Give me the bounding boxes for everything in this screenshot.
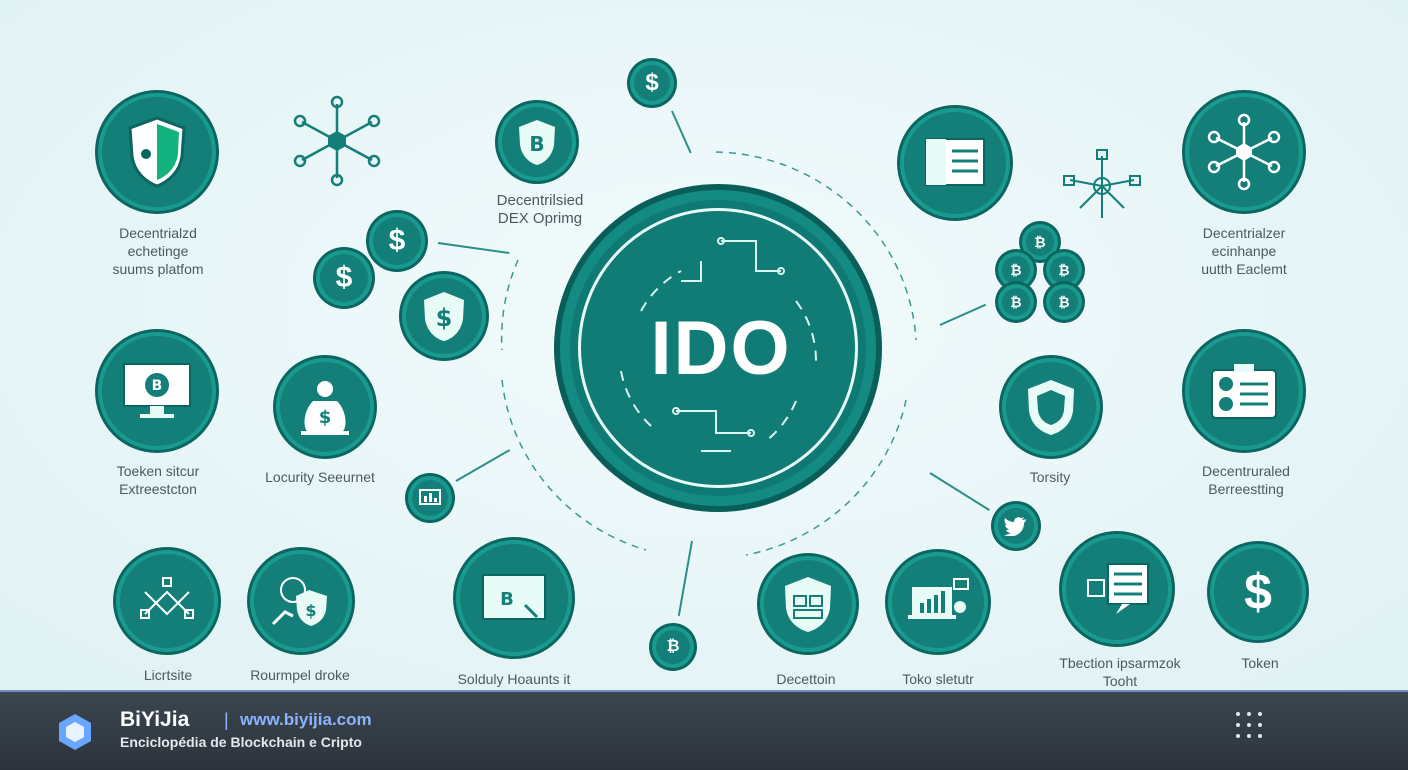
hand-shield-icon: $ bbox=[250, 550, 352, 652]
dollar-coin-icon: $ bbox=[316, 250, 372, 306]
svg-text:$: $ bbox=[319, 407, 332, 428]
wallet-icon bbox=[1185, 332, 1303, 450]
label-mid-left-1: Toeken sitcur Extreestcton bbox=[116, 463, 200, 497]
ido-center-badge: IDO bbox=[560, 190, 876, 506]
dots-grid-icon[interactable] bbox=[1234, 710, 1268, 744]
svg-text:$: $ bbox=[305, 601, 316, 620]
coin-cluster-icon: ₿ ₿ ₿ ₿ ₿ bbox=[996, 222, 1088, 322]
infographic-canvas: IDO Decentrialzd echetinge suums platfom $… bbox=[0, 0, 1408, 694]
label-mid-right-2: Decentruraled Berreestting bbox=[1202, 463, 1290, 497]
dollar-shield-icon: $ bbox=[402, 274, 486, 358]
separator: | bbox=[224, 710, 229, 730]
exchange-icon bbox=[116, 550, 218, 652]
shield-grid-icon bbox=[760, 556, 856, 652]
svg-text:B: B bbox=[152, 378, 163, 394]
shield-icon bbox=[98, 93, 216, 211]
label-top-right: Decentrialzer ecinhanpe uutth Eaclemt bbox=[1201, 225, 1287, 277]
label-top-center: Decentrilsied DEX Oprimg bbox=[496, 192, 584, 227]
label-bottom-1: Licrtsite bbox=[143, 667, 193, 683]
label-top-left: Decentrialzd echetinge suums platfom bbox=[112, 225, 204, 277]
svg-text:B: B bbox=[500, 589, 514, 610]
connector-line bbox=[929, 472, 990, 511]
network-icon bbox=[1063, 149, 1141, 218]
chart-icon bbox=[408, 476, 452, 520]
brand-name[interactable]: BiYiJia bbox=[120, 708, 189, 732]
site-subtitle: Enciclopédia de Blockchain e Cripto bbox=[120, 734, 362, 750]
coin-icon: ₿ bbox=[652, 626, 694, 668]
dollar-coin-icon: $ bbox=[630, 61, 674, 105]
label-bottom-2: Rourmpel droke bbox=[250, 667, 350, 683]
chat-document-icon bbox=[1062, 534, 1172, 644]
svg-text:$: $ bbox=[436, 304, 453, 332]
laptop-chart-icon bbox=[888, 552, 988, 652]
connector-line bbox=[671, 110, 692, 154]
monitor-icon: B bbox=[98, 332, 216, 450]
money-bag-icon: $ bbox=[276, 358, 374, 456]
hexagon-cube-icon bbox=[59, 714, 91, 750]
connector-line bbox=[939, 303, 987, 326]
bitcoin-shield-icon: B bbox=[498, 103, 576, 181]
document-icon bbox=[900, 108, 1010, 218]
network-icon bbox=[1185, 93, 1303, 211]
label-bottom-6: Tbection ipsarmzok Tooht bbox=[1059, 655, 1181, 689]
network-icon bbox=[293, 95, 381, 187]
label-mid-left-2: Locurity Seeurnet bbox=[265, 469, 375, 485]
dollar-coin-icon: $ bbox=[369, 213, 425, 269]
shield-icon bbox=[1002, 358, 1100, 456]
dollar-icon: $ bbox=[1210, 544, 1306, 640]
label-bottom-7: Token bbox=[1241, 655, 1279, 671]
label-mid-right-1: Torsity bbox=[1029, 469, 1071, 485]
site-link[interactable]: www.biyijia.com bbox=[240, 710, 372, 730]
svg-text:B: B bbox=[529, 132, 544, 156]
footer-bar: BiYiJia | www.biyijia.com Enciclopédia d… bbox=[0, 690, 1408, 770]
ido-title: IDO bbox=[650, 306, 792, 391]
twitter-icon bbox=[994, 504, 1038, 548]
bitcoin-screen-icon: B bbox=[456, 540, 572, 656]
